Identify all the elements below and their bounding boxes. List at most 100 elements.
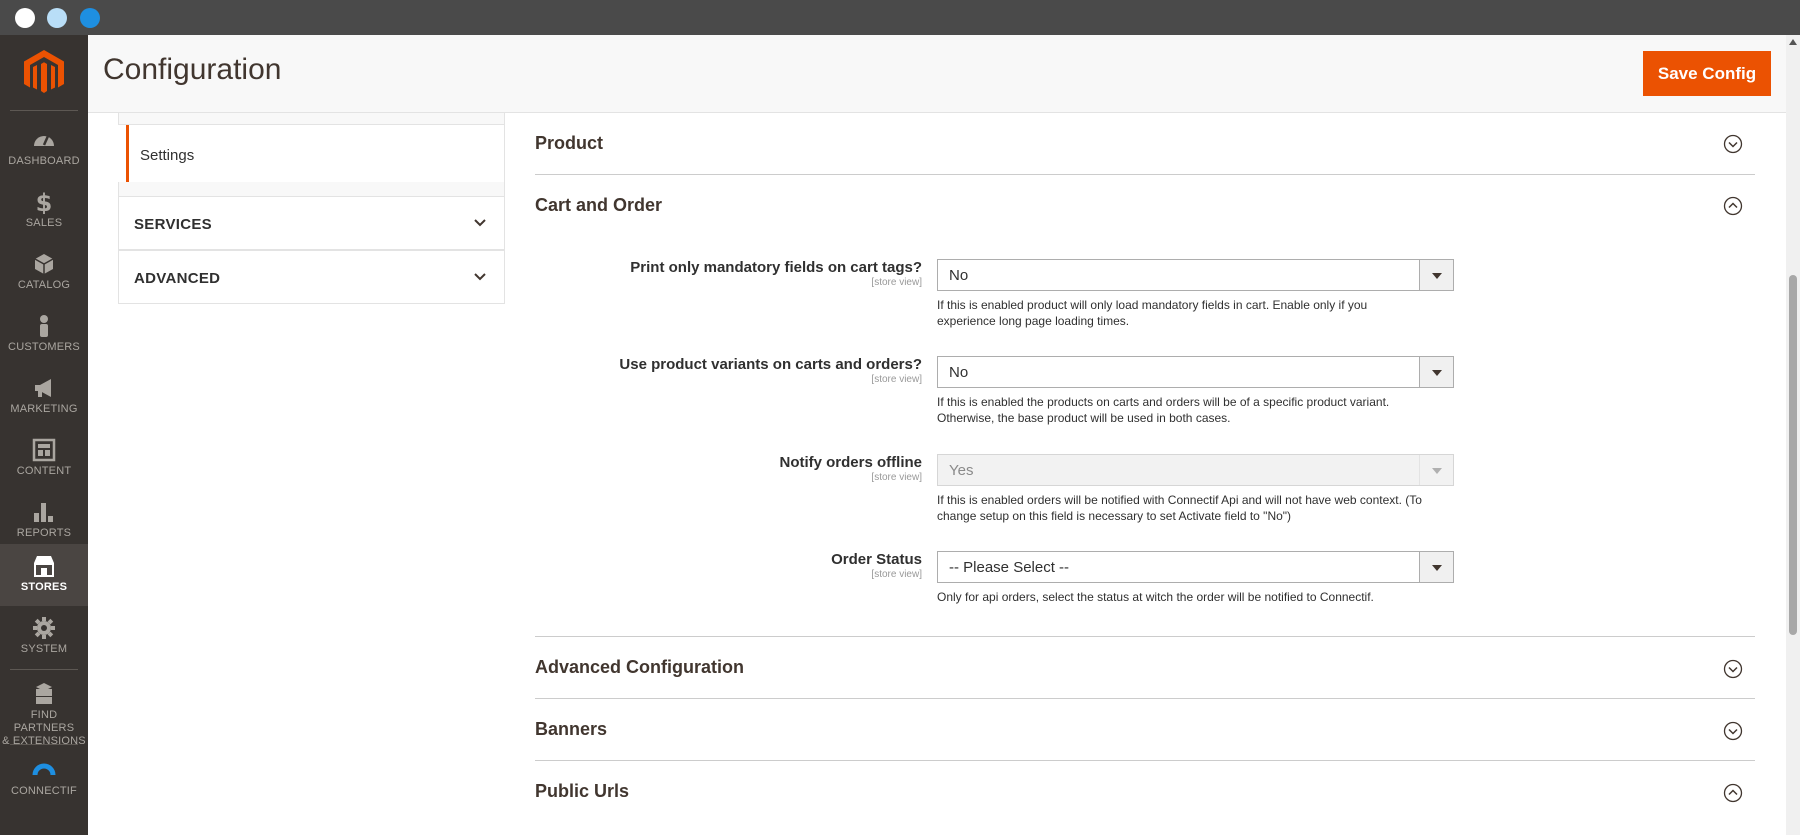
admin-sidebar: DASHBOARD $ SALES CATALOG CUSTOMERS MARK… — [0, 35, 88, 835]
section-advanced-configuration[interactable]: Advanced Configuration — [535, 637, 1755, 699]
tab-group-services[interactable]: SERVICES — [118, 196, 505, 250]
sidebar-item-label: SALES — [25, 217, 63, 229]
field-label-notify-offline: Notify orders offline [store view] — [779, 454, 922, 483]
select-value: No — [949, 364, 969, 381]
person-icon — [40, 315, 48, 337]
field-label-text: Order Status — [831, 551, 922, 568]
section-public-urls[interactable]: Public Urls — [535, 761, 1755, 835]
tab-settings[interactable]: Settings — [126, 125, 505, 182]
sidebar-divider — [10, 110, 78, 111]
sidebar-item-dashboard[interactable]: DASHBOARD — [0, 118, 88, 180]
collapse-circle-icon[interactable] — [1723, 783, 1743, 803]
cube-icon — [34, 254, 54, 274]
vertical-scrollbar[interactable] — [1786, 35, 1800, 835]
field-label-product-variants: Use product variants on carts and orders… — [619, 356, 922, 385]
dashboard-icon — [34, 135, 54, 146]
dropdown-arrow-icon[interactable] — [1419, 552, 1453, 582]
sidebar-item-find-partners[interactable]: FIND PARTNERS & EXTENSIONS — [0, 672, 88, 747]
sidebar-item-label: CATALOG — [17, 279, 71, 291]
field-note-line: change setup on this field is necessary … — [937, 509, 1292, 523]
gear-icon — [33, 617, 55, 639]
field-note: Only for api orders, select the status a… — [937, 589, 1457, 605]
tab-spacer — [118, 182, 505, 196]
field-note-line: Only for api orders, select the status a… — [937, 590, 1374, 604]
field-scope: [store view] — [871, 374, 922, 385]
field-note-line: experience long page loading times. — [937, 314, 1130, 328]
field-scope: [store view] — [871, 472, 922, 483]
chevron-down-icon — [474, 219, 486, 227]
scroll-up-arrow-icon[interactable] — [1789, 39, 1797, 45]
window-titlebar — [0, 0, 1800, 35]
section-title[interactable]: Cart and Order — [535, 195, 662, 216]
tab-group-label: SERVICES — [134, 216, 212, 233]
sidebar-item-label-line2: & EXTENSIONS — [2, 735, 86, 747]
sidebar-divider — [10, 744, 78, 745]
field-note-line: Otherwise, the base product will be used… — [937, 411, 1231, 425]
sidebar-item-customers[interactable]: CUSTOMERS — [0, 304, 88, 366]
tab-group-advanced[interactable]: ADVANCED — [118, 250, 505, 304]
section-banners[interactable]: Banners — [535, 699, 1755, 761]
field-label-text: Use product variants on carts and orders… — [619, 356, 922, 373]
sidebar-item-label: SYSTEM — [20, 643, 68, 655]
field-label-text: Notify orders offline — [779, 454, 922, 471]
layout-icon — [32, 438, 56, 462]
section-title: Advanced Configuration — [535, 657, 745, 677]
sidebar-item-label: CUSTOMERS — [8, 341, 80, 353]
section-title: Public Urls — [535, 781, 630, 801]
scrollbar-thumb[interactable] — [1789, 275, 1797, 635]
sidebar-item-label: MARKETING — [10, 403, 78, 415]
bar-chart-icon — [34, 503, 53, 522]
sidebar-item-label: DASHBOARD — [8, 155, 80, 167]
field-label-text: Print only mandatory fields on cart tags… — [630, 259, 922, 276]
section-product[interactable]: Product — [535, 113, 1755, 175]
tab-group-bottom-edge — [118, 113, 505, 125]
chevron-down-icon — [474, 273, 486, 281]
dropdown-arrow-icon[interactable] — [1419, 260, 1453, 290]
expand-circle-icon[interactable] — [1723, 134, 1743, 154]
sidebar-item-label: REPORTS — [16, 527, 72, 539]
section-title: Banners — [535, 719, 608, 739]
field-scope: [store view] — [871, 569, 922, 580]
magento-logo-icon[interactable] — [24, 50, 64, 94]
sidebar-item-connectif[interactable]: CONNECTIF — [0, 748, 88, 810]
sidebar-item-label: STORES — [20, 581, 68, 593]
select-value: Yes — [949, 462, 974, 479]
sidebar-item-catalog[interactable]: CATALOG — [0, 242, 88, 304]
section-title: Product — [535, 133, 604, 153]
sidebar-item-sales[interactable]: $ SALES — [0, 180, 88, 242]
field-note-line: If this is enabled product will only loa… — [937, 298, 1368, 312]
store-icon — [34, 556, 54, 577]
sidebar-item-label: CONNECTIF — [11, 785, 77, 797]
field-note: If this is enabled orders will be notifi… — [937, 492, 1457, 524]
expand-circle-icon[interactable] — [1723, 659, 1743, 679]
dropdown-arrow-icon[interactable] — [1419, 357, 1453, 387]
svg-text:$: $ — [36, 190, 53, 214]
save-config-button[interactable]: Save Config — [1643, 51, 1771, 96]
sidebar-item-marketing[interactable]: MARKETING — [0, 366, 88, 428]
notify-offline-select: Yes — [937, 454, 1454, 486]
dropdown-arrow-icon — [1419, 455, 1453, 485]
collapse-circle-icon[interactable] — [1723, 196, 1743, 216]
sidebar-item-stores[interactable]: STORES — [0, 544, 88, 606]
connectif-arc-icon — [32, 763, 56, 776]
order-status-select[interactable]: -- Please Select -- — [937, 551, 1454, 583]
sidebar-item-system[interactable]: SYSTEM — [0, 606, 88, 668]
field-note-line: If this is enabled orders will be notifi… — [937, 493, 1422, 507]
sidebar-item-reports[interactable]: REPORTS — [0, 490, 88, 552]
page-title: Configuration — [103, 53, 282, 86]
boxes-icon — [36, 683, 52, 704]
dollar-icon: $ — [36, 190, 53, 214]
print-mandatory-select[interactable]: No — [937, 259, 1454, 291]
expand-circle-icon[interactable] — [1723, 721, 1743, 741]
select-value: -- Please Select -- — [949, 559, 1070, 576]
window-close-button[interactable] — [15, 8, 35, 28]
field-note: If this is enabled product will only loa… — [937, 297, 1457, 329]
sidebar-item-content[interactable]: CONTENT — [0, 428, 88, 490]
sidebar-item-label-line1: FIND PARTNERS — [13, 709, 75, 734]
sidebar-divider — [10, 669, 78, 670]
field-scope: [store view] — [871, 277, 922, 288]
window-minimize-button[interactable] — [47, 8, 67, 28]
window-maximize-button[interactable] — [80, 8, 100, 28]
tab-group-label: ADVANCED — [134, 270, 221, 287]
product-variants-select[interactable]: No — [937, 356, 1454, 388]
